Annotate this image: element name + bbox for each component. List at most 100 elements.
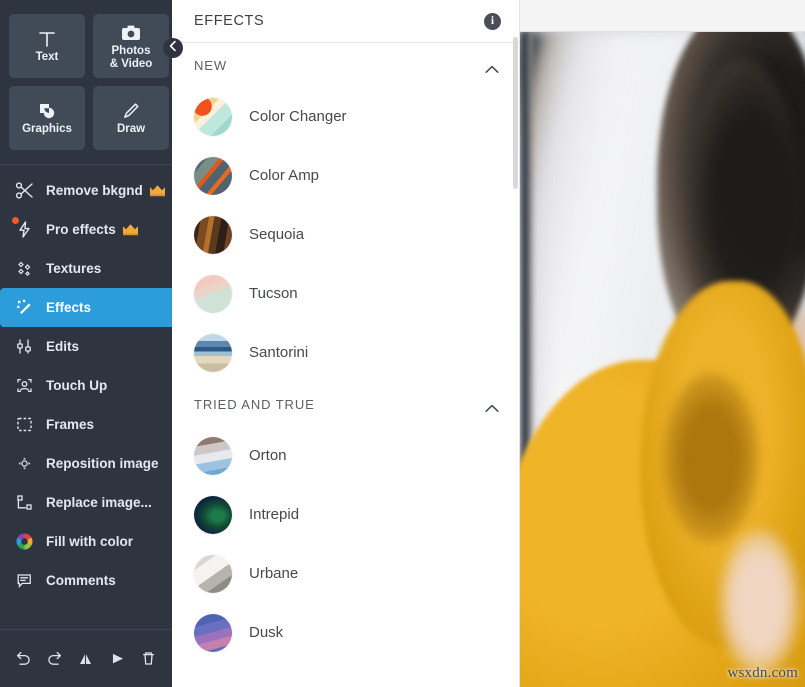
delete-button[interactable] [135,646,161,672]
frame-icon [13,414,35,436]
canvas-top-strip [520,0,805,32]
chevron-up-icon[interactable] [485,61,499,73]
effect-label: Sequoia [249,226,305,243]
info-icon[interactable]: i [484,12,501,30]
textures-icon [13,258,35,280]
sidebar-item-frames-label: Frames [46,417,95,432]
scissors-icon [13,180,35,202]
sidebar-item-edits-label: Edits [46,339,80,354]
sidebar-item-reposition-image[interactable]: Reposition image [0,444,172,483]
effect-item-color-amp[interactable]: Color Amp [172,146,519,205]
section-title-new: NEW [194,57,228,73]
thumb-dusk [194,613,232,652]
tool-card-photos-video-label: Photos & Video [109,44,153,70]
tool-card-graphics[interactable]: Graphics [9,86,85,150]
chevron-left-icon [168,39,178,57]
effect-item-orton[interactable]: Orton [172,426,519,485]
sidebar-item-pro-effects[interactable]: Pro effects [0,210,172,249]
text-icon [37,28,57,50]
flip-vertical-button[interactable] [73,646,99,672]
comment-icon [13,570,35,592]
effect-item-santorini[interactable]: Santorini [172,323,519,382]
effects-panel-scrollbar[interactable] [513,37,518,189]
tool-card-text[interactable]: Text [9,14,85,78]
editor-app: Text Photos & Video Graphics Draw Remove… [0,0,805,687]
sidebar-item-touch-up-label: Touch Up [46,378,108,393]
tool-card-text-label: Text [35,51,59,63]
effect-item-urbane[interactable]: Urbane [172,544,519,603]
sliders-icon [13,336,35,358]
crown-icon [122,223,139,236]
sidebar-item-touch-up[interactable]: Touch Up [0,366,172,405]
bolt-icon [12,216,35,241]
thumb-urbane [194,554,232,593]
sidebar-item-replace-image-label: Replace image... [46,495,152,510]
effects-list-scroll-container[interactable]: NEW Color Changer Color Amp Sequoia Tucs… [172,43,519,687]
sidebar-item-remove-bkgnd[interactable]: Remove bkgnd [0,171,172,210]
thumb-santorini [194,333,232,372]
sidebar-item-replace-image[interactable]: Replace image... [0,483,172,522]
replace-image-icon [13,492,35,514]
tool-card-graphics-label: Graphics [22,123,72,135]
effect-label: Color Amp [249,167,320,184]
sidebar-item-edits[interactable]: Edits [0,327,172,366]
reposition-icon [13,453,35,475]
thumb-orton [194,436,232,475]
panel-collapse-handle[interactable] [163,38,183,58]
sidebar-item-fill-with-color[interactable]: Fill with color [0,522,172,561]
sidebar-item-effects-label: Effects [46,300,92,315]
graphics-icon [37,100,57,122]
flip-horizontal-button[interactable] [104,646,130,672]
page-title: EFFECTS [194,13,265,29]
sidebar-item-pro-effects-label: Pro effects [46,222,116,237]
sidebar-item-comments-label: Comments [46,573,116,588]
effect-item-intrepid[interactable]: Intrepid [172,485,519,544]
sidebar-item-frames[interactable]: Frames [0,405,172,444]
redo-button[interactable] [42,646,68,672]
effect-label: Santorini [249,344,309,361]
effect-item-sequoia[interactable]: Sequoia [172,205,519,264]
tool-card-draw[interactable]: Draw [93,86,169,150]
chevron-up-icon[interactable] [485,400,499,412]
effect-item-dusk[interactable]: Dusk [172,603,519,662]
sidebar-item-textures[interactable]: Textures [0,249,172,288]
effect-label: Orton [249,447,287,464]
photo-canvas[interactable]: wsxdn.com [520,32,805,687]
notification-dot [12,216,19,224]
sidebar-menu: Remove bkgnd Pro effects Textures Effect… [0,165,184,600]
photo-cheek-layer [719,529,800,674]
section-header-tried-and-true[interactable]: TRIED AND TRUE [172,382,519,426]
tool-card-draw-label: Draw [116,123,146,135]
sidebar-bottom-toolbar [0,629,172,687]
left-sidebar: Text Photos & Video Graphics Draw Remove… [0,0,184,687]
watermark: wsxdn.com [727,665,798,681]
effect-label: Urbane [249,565,299,582]
thumb-sequoia [194,215,232,254]
effect-label: Dusk [249,624,284,641]
effects-panel-header: EFFECTS i [172,0,519,43]
sidebar-item-remove-bkgnd-label: Remove bkgnd [46,183,143,198]
section-title-tried-and-true: TRIED AND TRUE [194,396,315,412]
tool-card-photos-video[interactable]: Photos & Video [93,14,169,78]
sidebar-item-reposition-image-label: Reposition image [46,456,159,471]
tool-grid: Text Photos & Video Graphics Draw [0,0,172,150]
thumb-color-amp [194,156,232,195]
sidebar-item-effects[interactable]: Effects [0,288,184,327]
sidebar-item-fill-with-color-label: Fill with color [46,534,133,549]
effect-label: Intrepid [249,506,300,523]
pencil-icon [121,100,141,122]
canvas-area[interactable]: wsxdn.com [520,0,805,687]
sidebar-item-textures-label: Textures [46,261,102,276]
effect-item-tucson[interactable]: Tucson [172,264,519,323]
photo-neck-shadow-layer [662,372,760,543]
thumb-intrepid [194,495,232,534]
thumb-tucson [194,274,232,313]
sidebar-item-comments[interactable]: Comments [0,561,172,600]
face-icon [13,375,35,397]
section-header-new[interactable]: NEW [172,43,519,87]
magic-wand-icon [13,297,35,319]
effect-item-color-changer[interactable]: Color Changer [172,87,519,146]
undo-button[interactable] [11,646,37,672]
color-wheel-icon [13,531,35,553]
crown-icon [149,184,166,197]
